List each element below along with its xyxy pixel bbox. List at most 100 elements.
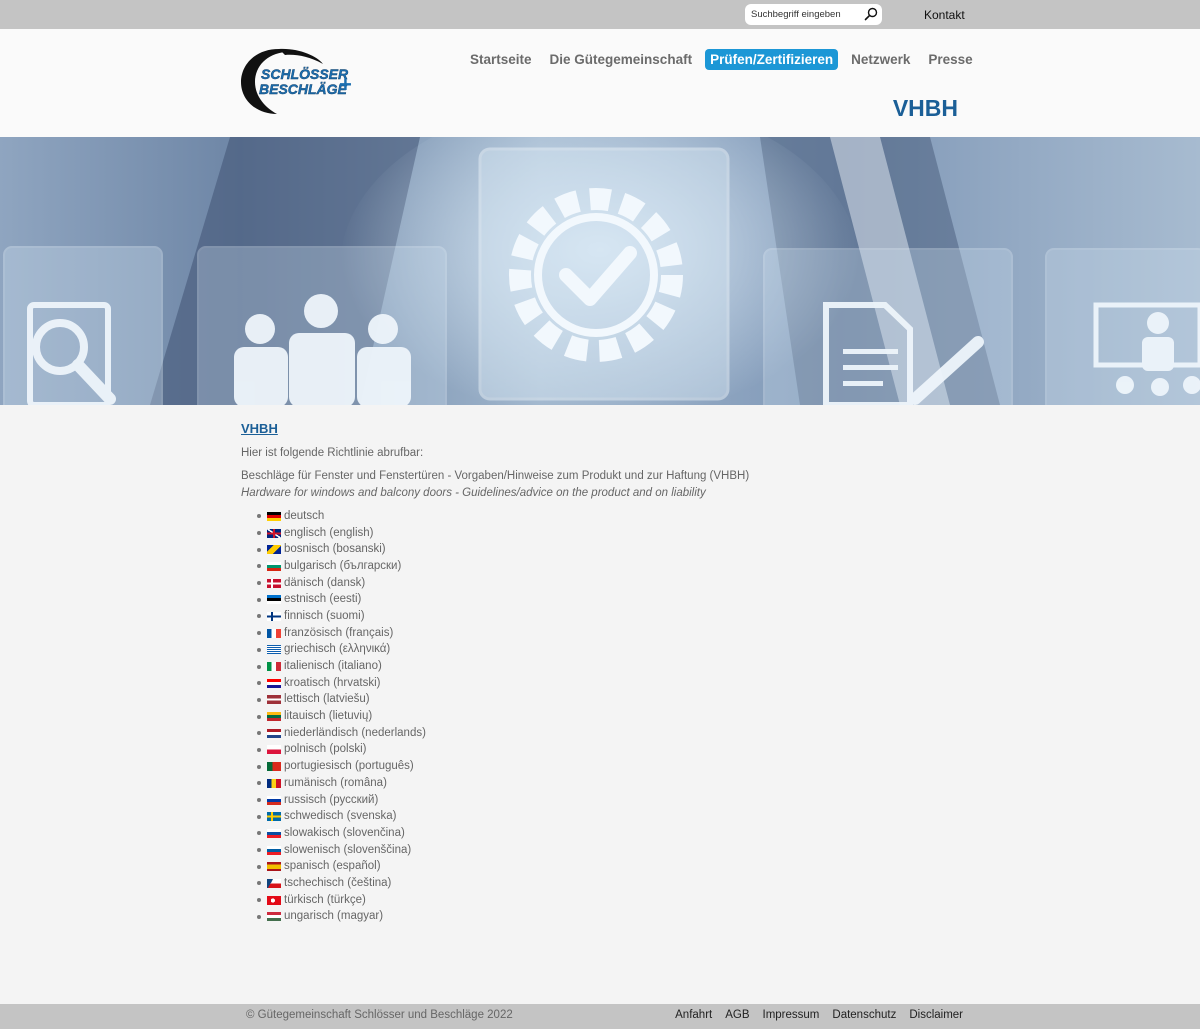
language-link-fi[interactable]: finnisch (suomi) [267, 608, 365, 625]
search-box [745, 4, 882, 25]
language-link-ro[interactable]: rumänisch (româna) [267, 775, 387, 792]
list-item: schwedisch (svenska) [257, 808, 941, 825]
kontakt-link[interactable]: Kontakt [924, 8, 965, 22]
flag-se-icon [267, 812, 281, 822]
flag-sk-icon [267, 828, 281, 838]
language-link-pt[interactable]: portugiesisch (português) [267, 758, 414, 775]
flag-ro-icon [267, 778, 281, 788]
language-link-hr[interactable]: kroatisch (hrvatski) [267, 675, 381, 692]
footer-link-datenschutz[interactable]: Datenschutz [832, 1009, 896, 1021]
main-content: VHBH Hier ist folgende Richtlinie abrufb… [241, 420, 941, 925]
content-heading[interactable]: VHBH [241, 420, 941, 437]
language-link-bg[interactable]: bulgarisch (български) [267, 558, 401, 575]
list-item: portugiesisch (português) [257, 758, 941, 775]
nav-guetegemeinschaft[interactable]: Die Gütegemeinschaft [545, 49, 698, 70]
main-nav: Startseite Die Gütegemeinschaft Prüfen/Z… [465, 48, 986, 70]
language-link-it[interactable]: italienisch (italiano) [267, 658, 382, 675]
list-item: slowakisch (slovenčina) [257, 825, 941, 842]
list-item: deutsch [257, 508, 941, 525]
logo[interactable]: SCHLÖSSER BESCHLÄGE + [239, 46, 361, 116]
search-input[interactable] [751, 8, 861, 21]
top-bar: Kontakt [0, 0, 1200, 29]
flag-hr-icon [267, 678, 281, 688]
svg-text:SCHLÖSSER: SCHLÖSSER [261, 66, 349, 82]
flag-gr-icon [267, 645, 281, 655]
language-link-fr[interactable]: französisch (français) [267, 625, 393, 642]
language-link-nl[interactable]: niederländisch (nederlands) [267, 725, 426, 742]
flag-hu-icon [267, 912, 281, 922]
flag-ba-icon [267, 545, 281, 555]
language-link-hu[interactable]: ungarisch (magyar) [267, 908, 383, 925]
hero-image [0, 137, 1200, 405]
nav-pruefen-zertifizieren[interactable]: Prüfen/Zertifizieren [705, 48, 839, 70]
flag-si-icon [267, 845, 281, 855]
search-icon[interactable] [863, 6, 879, 22]
footer-link-impressum[interactable]: Impressum [763, 1009, 820, 1021]
footer-link-anfahrt[interactable]: Anfahrt [675, 1009, 712, 1021]
language-link-lt[interactable]: litauisch (lietuvių) [267, 708, 372, 725]
flag-bg-icon [267, 561, 281, 571]
flag-dk-icon [267, 578, 281, 588]
list-item: griechisch (ελληνικά) [257, 642, 941, 659]
flag-ru-icon [267, 795, 281, 805]
list-item: ungarisch (magyar) [257, 909, 941, 926]
list-item: englisch (english) [257, 525, 941, 542]
flag-gb-icon [267, 528, 281, 538]
list-item: französisch (français) [257, 625, 941, 642]
language-link-en[interactable]: englisch (english) [267, 525, 374, 542]
svg-text:BESCHLÄGE: BESCHLÄGE [259, 81, 348, 97]
language-link-pl[interactable]: polnisch (polski) [267, 741, 366, 758]
list-item: türkisch (türkçe) [257, 892, 941, 909]
copyright-text: © Gütegemeinschaft Schlösser und Beschlä… [246, 1009, 513, 1021]
language-link-et[interactable]: estnisch (eesti) [267, 591, 361, 608]
language-link-tr[interactable]: türkisch (türkçe) [267, 892, 366, 909]
flag-pt-icon [267, 762, 281, 772]
language-link-lv[interactable]: lettisch (latviešu) [267, 691, 370, 708]
list-item: italienisch (italiano) [257, 658, 941, 675]
language-list: deutsch englisch (english) bosnisch (bos… [257, 508, 941, 925]
list-item: rumänisch (româna) [257, 775, 941, 792]
flag-it-icon [267, 662, 281, 672]
language-link-ru[interactable]: russisch (русский) [267, 792, 378, 809]
language-link-bs[interactable]: bosnisch (bosanski) [267, 541, 386, 558]
document-title-de: Beschläge für Fenster und Fenstertüren -… [241, 470, 750, 482]
hero-illustration [0, 137, 1200, 405]
language-link-sv[interactable]: schwedisch (svenska) [267, 808, 396, 825]
list-item: russisch (русский) [257, 792, 941, 809]
language-link-cs[interactable]: tschechisch (čeština) [267, 875, 391, 892]
site-footer: © Gütegemeinschaft Schlösser und Beschlä… [0, 1004, 1200, 1029]
list-item: bulgarisch (български) [257, 558, 941, 575]
footer-link-agb[interactable]: AGB [725, 1009, 749, 1021]
footer-link-disclaimer[interactable]: Disclaimer [909, 1009, 963, 1021]
language-link-de[interactable]: deutsch [267, 508, 324, 525]
language-link-el[interactable]: griechisch (ελληνικά) [267, 641, 390, 658]
language-link-es[interactable]: spanisch (español) [267, 858, 381, 875]
nav-startseite[interactable]: Startseite [465, 49, 537, 70]
nav-presse[interactable]: Presse [923, 49, 977, 70]
document-title-en: Hardware for windows and balcony doors -… [241, 487, 706, 499]
flag-pl-icon [267, 745, 281, 755]
svg-text:+: + [339, 72, 352, 97]
flag-ee-icon [267, 595, 281, 605]
page-title: VHBH [892, 95, 958, 121]
language-link-sl[interactable]: slowenisch (slovenščina) [267, 842, 411, 859]
flag-fi-icon [267, 611, 281, 621]
list-item: tschechisch (čeština) [257, 875, 941, 892]
list-item: finnisch (suomi) [257, 608, 941, 625]
language-link-sk[interactable]: slowakisch (slovenčina) [267, 825, 405, 842]
list-item: polnisch (polski) [257, 742, 941, 759]
list-item: estnisch (eesti) [257, 591, 941, 608]
list-item: bosnisch (bosanski) [257, 541, 941, 558]
list-item: lettisch (latviešu) [257, 692, 941, 709]
flag-es-icon [267, 862, 281, 872]
flag-fr-icon [267, 628, 281, 638]
list-item: litauisch (lietuvių) [257, 708, 941, 725]
list-item: spanisch (español) [257, 858, 941, 875]
footer-links: Anfahrt AGB Impressum Datenschutz Discla… [662, 1009, 963, 1021]
flag-lt-icon [267, 712, 281, 722]
language-link-da[interactable]: dänisch (dansk) [267, 575, 365, 592]
intro-text: Hier ist folgende Richtlinie abrufbar: [241, 447, 424, 459]
site-header: SCHLÖSSER BESCHLÄGE + Startseite Die Güt… [0, 29, 1200, 137]
list-item: kroatisch (hrvatski) [257, 675, 941, 692]
nav-netzwerk[interactable]: Netzwerk [846, 49, 915, 70]
